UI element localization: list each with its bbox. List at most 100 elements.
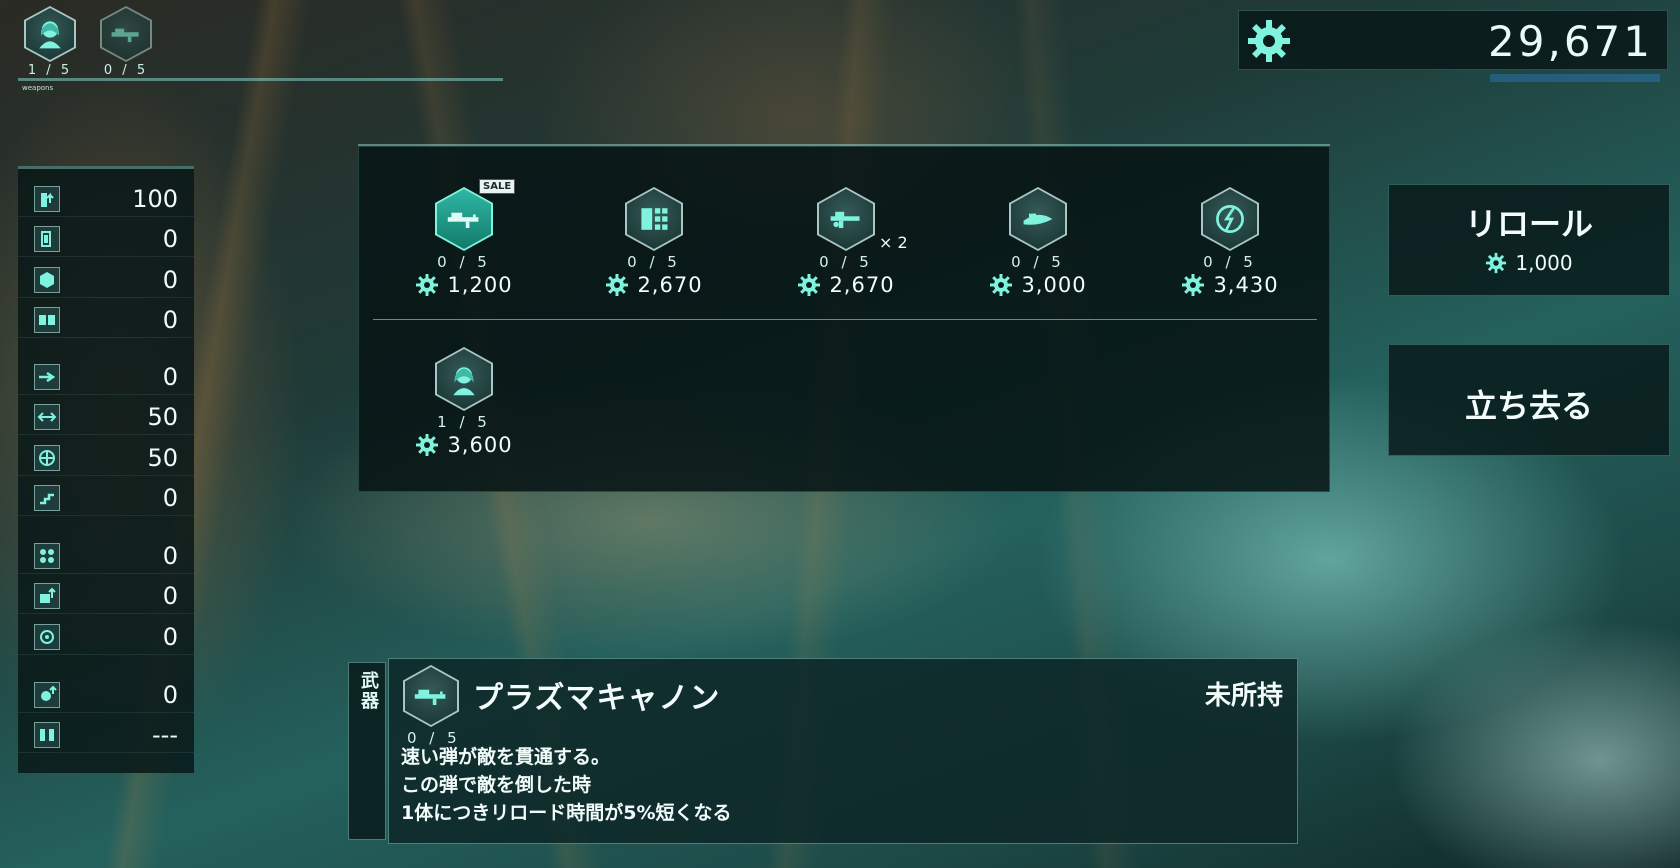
stat-row: 0 [18,675,194,713]
stat-value: 0 [162,623,178,651]
target-icon [40,630,54,644]
attack-up-icon [41,192,54,207]
box-up-icon [40,587,56,603]
leave-label: 立ち去る [1464,387,1593,425]
party-slot-weapon[interactable]: 0 / 5 [96,4,156,78]
stat-row: 0 [18,478,194,516]
detail-description: 速い弾が敵を貫通する。 この弾で敵を倒した時 1体につきリロード時間が5%短くな… [401,743,731,827]
item-price-value: 1,200 [447,273,513,297]
item-price: 2,670 [781,273,911,297]
stat-value: 0 [162,306,178,334]
reroll-cost: 1,000 [1389,251,1669,275]
shop-item-character[interactable]: 1 / 5 3,600 [399,347,529,457]
party-slot-count: 0 / 5 [103,63,149,78]
party-label: weapons [22,84,54,92]
defense-icon [41,231,51,247]
stat-value: --- [152,721,178,749]
shop-item-plasma-cannon[interactable]: SALE 0 / 5 1,200 [399,179,529,297]
plasma-cannon-icon [447,212,479,228]
stat-value: 0 [162,266,178,294]
stat-row: 0 [18,219,194,257]
item-detail-panel: 0 / 5 プラズマキャノン 未所持 速い弾が敵を貫通する。 この弾で敵を倒した… [388,658,1298,844]
shop-item-lightning-emblem[interactable]: 0 / 5 3,430 [1165,187,1295,297]
item-price-value: 3,430 [1213,273,1279,297]
detail-category-tab: 武器 [348,662,386,840]
gear-icon [606,274,629,296]
reroll-button[interactable]: リロール 1,000 [1388,184,1670,296]
item-price: 2,670 [589,273,719,297]
shop-divider [373,319,1317,320]
item-multiplier: × 2 [879,233,908,252]
item-stock: 0 / 5 [627,253,681,271]
currency-amount: 29,671 [1488,17,1653,66]
stat-row: 100 [18,179,194,217]
pair-icon [40,729,54,741]
stat-row: 0 [18,357,194,395]
blade-ship-icon [1023,213,1053,225]
stat-value: 0 [162,225,178,253]
shop-item-rifle[interactable]: × 2 0 / 5 2,670 [781,187,911,297]
party-slot-count: 1 / 5 [27,63,73,78]
range-icon [37,412,57,422]
character-portrait-icon [453,367,475,396]
party-slot-character[interactable]: 1 / 5 [20,4,80,78]
item-price: 3,600 [399,433,529,457]
stat-value: 0 [162,681,178,709]
item-price: 1,200 [399,273,529,297]
stat-value: 50 [147,444,178,472]
burst-icon [39,450,55,466]
stat-row: 0 [18,300,194,338]
stat-value: 0 [162,582,178,610]
gear-icon [798,274,821,296]
cube-cluster-icon [40,272,54,288]
character-portrait-icon [39,21,61,49]
stat-value: 0 [162,542,178,570]
party-slots: 1 / 5 0 / 5 weapons [18,4,503,92]
leave-button[interactable]: 立ち去る [1388,344,1670,456]
multi-shot-icon [40,549,54,563]
shop-panel: SALE 0 / 5 1,200 0 / 5 2,670 × 2 0 / 5 2… [358,146,1330,492]
stat-row: 0 [18,617,194,655]
gear-icon [1486,252,1507,274]
description-line: 速い弾が敵を貫通する。 [401,746,611,768]
item-price-value: 2,670 [829,273,895,297]
item-price: 3,000 [973,273,1103,297]
item-stock: 0 / 5 [1011,253,1065,271]
stat-value: 50 [147,403,178,431]
detail-ownership-status: 未所持 [1204,681,1283,711]
gear-icon [416,274,439,296]
gear-icon [1182,274,1205,296]
gear-icon [990,274,1013,296]
reroll-cost-value: 1,000 [1515,251,1573,275]
reroll-label: リロール [1464,205,1593,243]
item-price-value: 3,000 [1021,273,1087,297]
item-price-value: 3,600 [447,433,513,457]
stat-row: --- [18,715,194,753]
detail-category-label: 武器 [358,671,379,711]
stat-row: 0 [18,576,194,614]
robots-icon [39,315,55,325]
gear-icon [1248,20,1290,62]
detail-item-name: プラズマキャノン [473,681,721,716]
plasma-cannon-icon [111,28,139,43]
stat-row: 50 [18,397,194,435]
description-line: この弾で敵を倒した時 [401,774,592,796]
description-line: 1体につきリロード時間が5%短くなる [401,802,732,824]
lightning-emblem-icon [1216,205,1244,233]
stat-row: 50 [18,438,194,476]
gear-icon [416,434,439,456]
stat-row: 0 [18,260,194,298]
currency-bar [1490,74,1660,82]
shop-item-module-grid[interactable]: 0 / 5 2,670 [589,187,719,297]
item-price-value: 2,670 [637,273,703,297]
plasma-cannon-icon [414,689,446,705]
item-stock: 0 / 5 [819,253,873,271]
item-stock: 0 / 5 [1203,253,1257,271]
dash-icon [39,371,56,383]
item-price: 3,430 [1165,273,1295,297]
stat-value: 0 [162,484,178,512]
shop-item-blade-ship[interactable]: 0 / 5 3,000 [973,187,1103,297]
module-grid-icon [641,208,668,230]
stat-value: 100 [132,185,178,213]
stat-value: 0 [162,363,178,391]
